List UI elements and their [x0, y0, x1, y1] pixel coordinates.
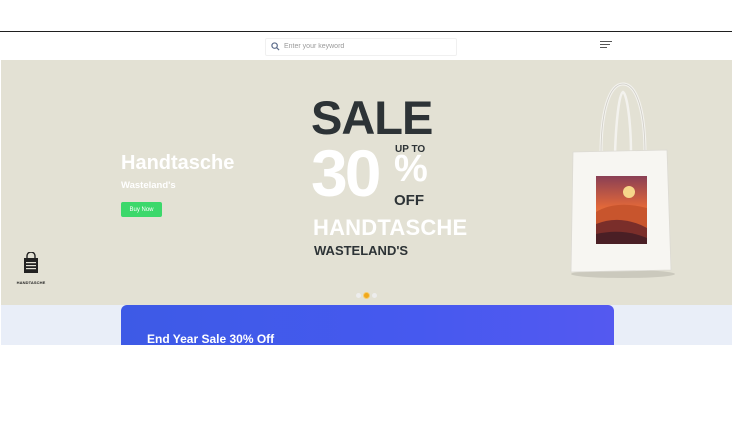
site-header [0, 32, 732, 60]
shopping-bag-logo-icon [24, 251, 38, 273]
hero-banner: Handtasche Wasteland's Buy Now HANDTASCH… [1, 60, 732, 305]
logo-text: HANDTASCHE [16, 280, 46, 285]
brand-logo: HANDTASCHE [11, 251, 51, 285]
promo-amount-text: 30 [311, 136, 381, 210]
buy-now-button[interactable]: Buy Now [121, 202, 162, 217]
promo-brand-text: HANDTASCHE [313, 215, 468, 240]
carousel-dot[interactable] [372, 293, 377, 298]
promo-section: End Year Sale 30% Off [1, 305, 732, 346]
hero-title: Handtasche [121, 152, 235, 174]
carousel-dot[interactable] [356, 293, 361, 298]
sale-card-title: End Year Sale 30% Off [147, 332, 275, 346]
search-bar[interactable] [265, 38, 457, 56]
hamburger-menu-icon[interactable] [600, 41, 614, 51]
promo-percent-text: % [394, 148, 428, 190]
carousel-dot-active[interactable] [363, 292, 370, 299]
search-input[interactable] [284, 40, 449, 52]
hero-subtitle: Wasteland's [121, 180, 176, 191]
sale-card[interactable]: End Year Sale 30% Off [121, 305, 614, 346]
promo-sale-text: SALE [311, 91, 433, 144]
promo-off-text: OFF [394, 192, 424, 209]
promo-store-text: WASTELAND'S [314, 243, 409, 258]
search-icon [271, 42, 280, 51]
tote-bag-image [570, 82, 675, 278]
